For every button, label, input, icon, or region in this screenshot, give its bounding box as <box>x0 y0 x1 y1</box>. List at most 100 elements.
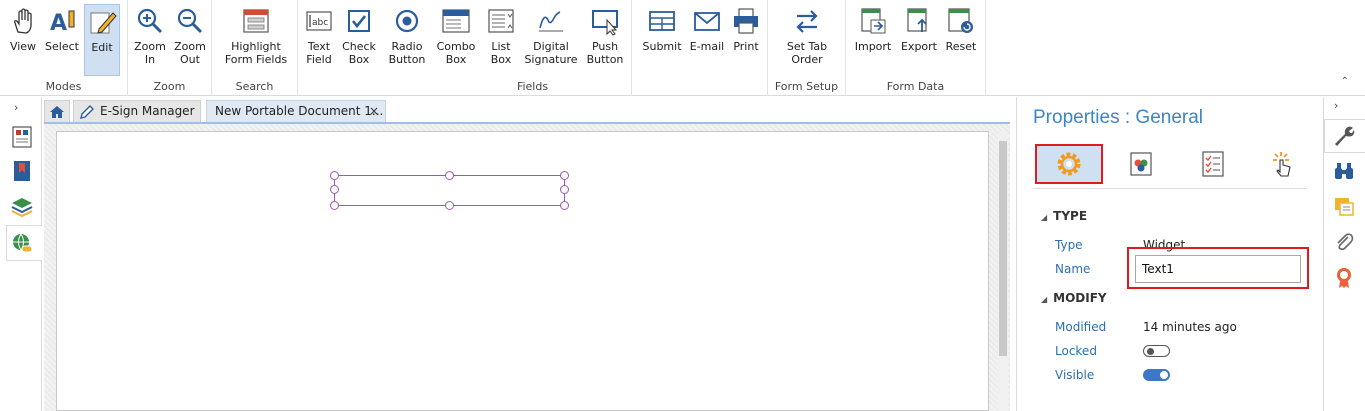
reset-label: Reset <box>945 40 977 53</box>
push-button-label: Push Button <box>586 40 624 66</box>
resize-handle-left[interactable] <box>330 185 339 194</box>
properties-panel: Properties : General ◢ TYPE Type Widget … <box>1016 97 1322 411</box>
import-button[interactable]: Import <box>852 4 894 76</box>
resize-handle-top-right[interactable] <box>560 171 569 180</box>
print-button[interactable]: Print <box>728 4 764 76</box>
type-label: Type <box>1055 238 1083 252</box>
tab-new-portable-document-label: New Portable Document 1... <box>215 104 384 118</box>
tab-actions[interactable] <box>1249 144 1317 184</box>
bookmarks-icon[interactable] <box>10 159 34 183</box>
certificate-icon[interactable] <box>1332 265 1356 289</box>
zoom-out-label: Zoom Out <box>174 40 206 66</box>
home-icon <box>50 106 64 118</box>
collapse-ribbon-icon[interactable]: ⌃ <box>1341 76 1349 87</box>
modes-group: View A Select Edit Modes <box>0 0 128 96</box>
resize-handle-right[interactable] <box>560 185 569 194</box>
ribbon: View A Select Edit Modes Zoom In Zoom Ou… <box>0 0 1365 96</box>
edit-button[interactable]: Edit <box>84 4 120 76</box>
locked-toggle[interactable] <box>1143 345 1170 357</box>
digital-signature-button[interactable]: Digital Signature <box>524 4 578 76</box>
expand-left-panel-icon[interactable]: › <box>14 101 18 114</box>
export-icon <box>907 8 927 32</box>
locked-toggle-knob <box>1147 348 1154 355</box>
printer-icon <box>734 8 758 34</box>
email-button[interactable]: E-mail <box>688 4 726 76</box>
tab-order-icon <box>796 10 818 33</box>
modified-label: Modified <box>1055 320 1107 334</box>
svg-text:A: A <box>50 11 67 36</box>
name-input[interactable] <box>1135 255 1301 283</box>
zoom-out-button[interactable]: Zoom Out <box>172 4 208 76</box>
type-section-header[interactable]: ◢ TYPE <box>1041 209 1087 223</box>
tab-e-sign-manager[interactable]: E-Sign Manager <box>73 100 201 123</box>
zoom-in-label: Zoom In <box>134 40 166 66</box>
web-links-icon[interactable] <box>10 231 34 255</box>
tab-appearance[interactable] <box>1107 144 1175 184</box>
home-tab[interactable] <box>44 100 70 123</box>
resize-handle-top-left[interactable] <box>330 171 339 180</box>
comments-icon[interactable] <box>1332 195 1356 219</box>
push-button-icon <box>592 10 618 36</box>
scrollbar-thumb[interactable] <box>999 141 1007 356</box>
resize-handle-top[interactable] <box>445 171 454 180</box>
resize-handle-bottom-left[interactable] <box>330 201 339 210</box>
list-box-button[interactable]: List Box <box>482 4 520 76</box>
text-field-button[interactable]: abc Text Field <box>302 4 336 76</box>
tab-general[interactable] <box>1035 144 1103 184</box>
text-field-label: Text Field <box>306 40 332 66</box>
set-tab-order-label: Set Tab Order <box>786 40 828 66</box>
radio-button-label: Radio Button <box>388 40 426 66</box>
view-button[interactable]: View <box>6 4 40 76</box>
resize-handle-bottom[interactable] <box>445 201 454 210</box>
form-data-group: Import Export Reset Form Data <box>846 0 986 96</box>
set-tab-order-button[interactable]: Set Tab Order <box>782 4 832 76</box>
tab-format[interactable] <box>1179 144 1247 184</box>
combo-box-label: Combo Box <box>436 40 476 66</box>
resize-handle-bottom-right[interactable] <box>560 201 569 210</box>
zoom-in-icon <box>137 8 163 34</box>
tab-new-portable-document[interactable]: New Portable Document 1... × <box>206 100 386 123</box>
binoculars-icon[interactable] <box>1332 159 1356 183</box>
name-label: Name <box>1055 262 1091 276</box>
edit-label: Edit <box>91 41 113 54</box>
reset-button[interactable]: Reset <box>942 4 980 76</box>
search-group: Highlight Form Fields Search <box>212 0 298 96</box>
modify-section-header[interactable]: ◢ MODIFY <box>1041 291 1107 305</box>
layers-icon[interactable] <box>10 195 34 219</box>
zoom-in-button[interactable]: Zoom In <box>132 4 168 76</box>
combo-box-button[interactable]: Combo Box <box>434 4 478 76</box>
list-box-label: List Box <box>490 40 512 66</box>
combo-box-icon <box>442 9 470 33</box>
pen-icon <box>80 105 94 119</box>
paperclip-icon[interactable] <box>1332 231 1356 255</box>
print-label: Print <box>733 40 759 53</box>
collapse-right-panel-icon[interactable]: › <box>1334 99 1338 112</box>
highlight-form-fields-button[interactable]: Highlight Form Fields <box>222 4 290 76</box>
push-button-button[interactable]: Push Button <box>582 4 628 76</box>
select-button[interactable]: A Select <box>44 4 80 76</box>
close-tab-icon[interactable]: × <box>369 101 379 122</box>
submit-button[interactable]: Submit <box>642 4 682 76</box>
name-highlight <box>1127 247 1309 289</box>
reset-icon <box>948 8 973 33</box>
export-button[interactable]: Export <box>898 4 940 76</box>
signature-icon <box>539 11 563 32</box>
properties-title: Properties : General <box>1033 107 1204 128</box>
visible-toggle[interactable] <box>1143 369 1170 381</box>
text-field-icon: abc <box>306 11 332 31</box>
visible-toggle-knob <box>1160 371 1168 379</box>
pdf-page[interactable] <box>56 131 989 411</box>
visible-label: Visible <box>1055 368 1095 382</box>
document-vertical-scrollbar[interactable] <box>998 131 1008 411</box>
wrench-icon[interactable] <box>1332 124 1356 148</box>
left-rail: › <box>0 97 42 411</box>
email-label: E-mail <box>689 40 725 53</box>
highlight-form-fields-label: Highlight Form Fields <box>224 40 288 66</box>
page-thumbnails-icon[interactable] <box>10 125 34 149</box>
check-box-button[interactable]: Check Box <box>340 4 378 76</box>
type-section-label: TYPE <box>1053 209 1088 223</box>
fields-group: abc Text Field Check Box Radio Button Co… <box>298 0 632 96</box>
radio-button-button[interactable]: Radio Button <box>384 4 430 76</box>
submit-form-icon <box>649 11 675 31</box>
import-icon <box>861 8 886 34</box>
